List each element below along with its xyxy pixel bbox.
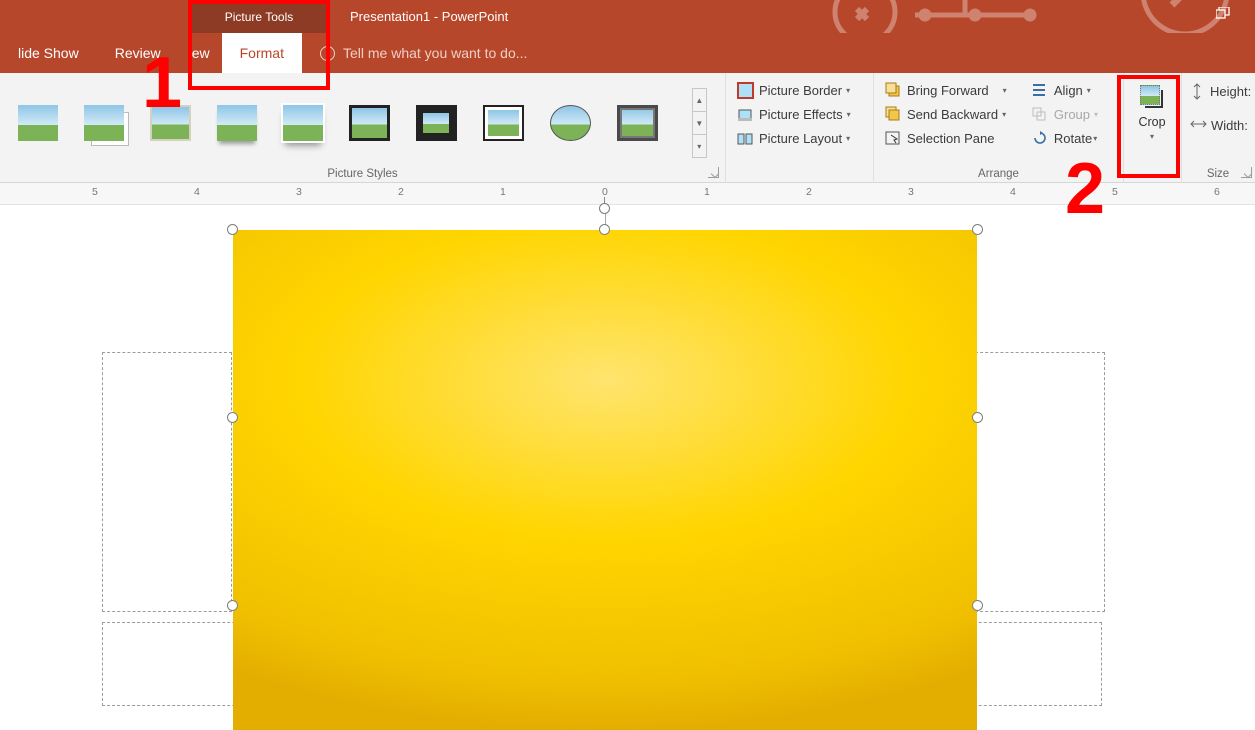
- size-launcher-icon[interactable]: [1241, 167, 1252, 178]
- tell-me-search[interactable]: Tell me what you want to do...: [320, 45, 527, 61]
- group-label-picture-styles: Picture Styles: [0, 168, 725, 180]
- ruler-tick: 4: [194, 186, 200, 198]
- rotate-icon: [1031, 129, 1049, 147]
- tab-review[interactable]: Review: [97, 33, 179, 73]
- picture-style-3[interactable]: [150, 105, 191, 141]
- resize-handle-tm[interactable]: [599, 224, 610, 235]
- picture-style-6[interactable]: [349, 105, 390, 141]
- picture-border-button[interactable]: Picture Border▾: [734, 78, 865, 102]
- picture-tools-context-tab[interactable]: Picture Tools: [188, 0, 330, 33]
- height-field[interactable]: Height:: [1190, 78, 1246, 104]
- picture-style-5[interactable]: [283, 105, 323, 141]
- send-backward-button[interactable]: Send Backward▾: [882, 102, 1025, 126]
- picture-style-9[interactable]: [550, 105, 590, 141]
- group-icon: [1031, 105, 1049, 123]
- group-label-arrange: Arrange: [874, 168, 1123, 180]
- crop-icon: [1138, 83, 1166, 111]
- tell-me-placeholder: Tell me what you want to do...: [343, 45, 527, 61]
- ruler-tick: 1: [704, 186, 710, 198]
- picture-effects-button[interactable]: Picture Effects▾: [734, 102, 865, 126]
- rotate-button[interactable]: Rotate▾: [1029, 126, 1115, 150]
- ribbon: ▲ ▼ ▾ Picture Styles Picture Border▾ Pic…: [0, 73, 1255, 183]
- picture-style-7[interactable]: [416, 105, 457, 141]
- ruler-tick: 4: [1010, 186, 1016, 198]
- group-crop: Crop ▾: [1124, 73, 1182, 183]
- gallery-down-icon[interactable]: ▼: [693, 112, 706, 135]
- window-restore-icon[interactable]: [1216, 7, 1230, 22]
- crop-label: Crop: [1138, 115, 1165, 129]
- border-icon: [736, 81, 754, 99]
- group-picture-format: Picture Border▾ Picture Effects▾ Picture…: [726, 73, 874, 183]
- ruler-tick: 6: [1214, 186, 1220, 198]
- crop-button[interactable]: Crop ▾: [1130, 77, 1174, 157]
- picture-style-4[interactable]: [217, 105, 257, 141]
- resize-handle-tl[interactable]: [227, 224, 238, 235]
- ruler-tick: 5: [92, 186, 98, 198]
- picture-styles-launcher-icon[interactable]: [708, 167, 719, 178]
- bring-forward-icon: [884, 81, 902, 99]
- group-arrange: Bring Forward▾ Send Backward▾ Selection …: [874, 73, 1124, 183]
- picture-styles-gallery-spinner[interactable]: ▲ ▼ ▾: [692, 88, 707, 158]
- slide-placeholder-right[interactable]: [975, 352, 1105, 612]
- resize-handle-tr[interactable]: [972, 224, 983, 235]
- send-backward-icon: [884, 105, 902, 123]
- height-icon: [1190, 83, 1205, 99]
- tab-view[interactable]: iew: [179, 33, 222, 73]
- resize-handle-mr[interactable]: [972, 412, 983, 423]
- ruler-tick: 3: [908, 186, 914, 198]
- selection-pane-icon: [884, 129, 902, 147]
- ruler-tick: 3: [296, 186, 302, 198]
- selected-picture[interactable]: [233, 230, 977, 730]
- ruler-tick: 2: [806, 186, 812, 198]
- tab-slide-show[interactable]: lide Show: [0, 33, 97, 73]
- crop-dropdown-icon[interactable]: ▾: [1150, 132, 1154, 141]
- group-button[interactable]: Group▾: [1029, 102, 1115, 126]
- slide-canvas[interactable]: [0, 205, 1255, 706]
- resize-handle-bl[interactable]: [227, 600, 238, 611]
- horizontal-ruler[interactable]: 5 4 3 2 1 0 1 2 3 4 5 6: [0, 183, 1255, 205]
- ruler-tick: 5: [1112, 186, 1118, 198]
- slide-placeholder-left[interactable]: [102, 352, 232, 612]
- picture-style-1[interactable]: [18, 105, 58, 141]
- layout-icon: [736, 129, 754, 147]
- group-size: Height: Width: Size: [1182, 73, 1254, 183]
- title-bar: Picture Tools Presentation1 - PowerPoint: [0, 0, 1255, 33]
- resize-handle-ml[interactable]: [227, 412, 238, 423]
- rotate-handle[interactable]: [599, 203, 610, 214]
- gallery-more-icon[interactable]: ▾: [693, 135, 706, 157]
- picture-layout-button[interactable]: Picture Layout▾: [734, 126, 865, 150]
- effects-icon: [736, 105, 754, 123]
- tab-format[interactable]: Format: [222, 33, 302, 73]
- ribbon-tabs: lide Show Review iew Format Tell me what…: [0, 33, 1255, 73]
- ruler-tick: 1: [500, 186, 506, 198]
- align-icon: [1031, 81, 1049, 99]
- group-picture-styles: ▲ ▼ ▾ Picture Styles: [0, 73, 726, 183]
- picture-style-10[interactable]: [617, 105, 658, 141]
- align-button[interactable]: Align▾: [1029, 78, 1115, 102]
- window-title: Presentation1 - PowerPoint: [350, 9, 508, 24]
- width-icon: [1190, 117, 1206, 133]
- selection-pane-button[interactable]: Selection Pane: [882, 126, 1025, 150]
- width-field[interactable]: Width:: [1190, 112, 1246, 138]
- lightbulb-icon: [320, 46, 335, 61]
- gallery-up-icon[interactable]: ▲: [693, 89, 706, 112]
- picture-style-8[interactable]: [483, 105, 525, 141]
- resize-handle-br[interactable]: [972, 600, 983, 611]
- picture-style-2[interactable]: [84, 105, 124, 141]
- ruler-tick: 2: [398, 186, 404, 198]
- bring-forward-button[interactable]: Bring Forward▾: [882, 78, 1025, 102]
